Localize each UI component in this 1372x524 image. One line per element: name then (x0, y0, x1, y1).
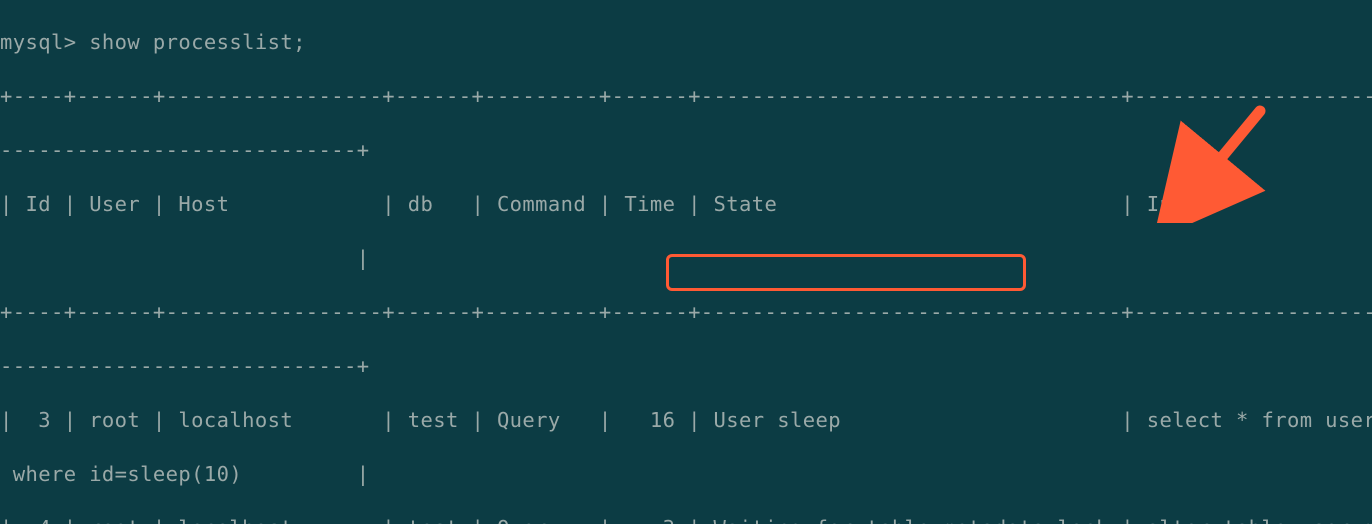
hr-top: +----+------+-----------------+------+--… (0, 83, 1372, 110)
terminal-output: mysql> show processlist; +----+------+--… (0, 0, 1372, 524)
prompt-line: mysql> show processlist; (0, 29, 1372, 56)
row-4-a: | 4 | root | localhost | test | Query | … (0, 515, 1372, 524)
header-line-1: | Id | User | Host | db | Command | Time… (0, 191, 1372, 218)
hr-top-cont: ----------------------------+ (0, 137, 1372, 164)
hr-mid: +----+------+-----------------+------+--… (0, 299, 1372, 326)
hr-mid-cont: ----------------------------+ (0, 353, 1372, 380)
row-3-a: | 3 | root | localhost | test | Query | … (0, 407, 1372, 434)
header-line-2: | (0, 245, 1372, 272)
row-3-b: where id=sleep(10) | (0, 461, 1372, 488)
